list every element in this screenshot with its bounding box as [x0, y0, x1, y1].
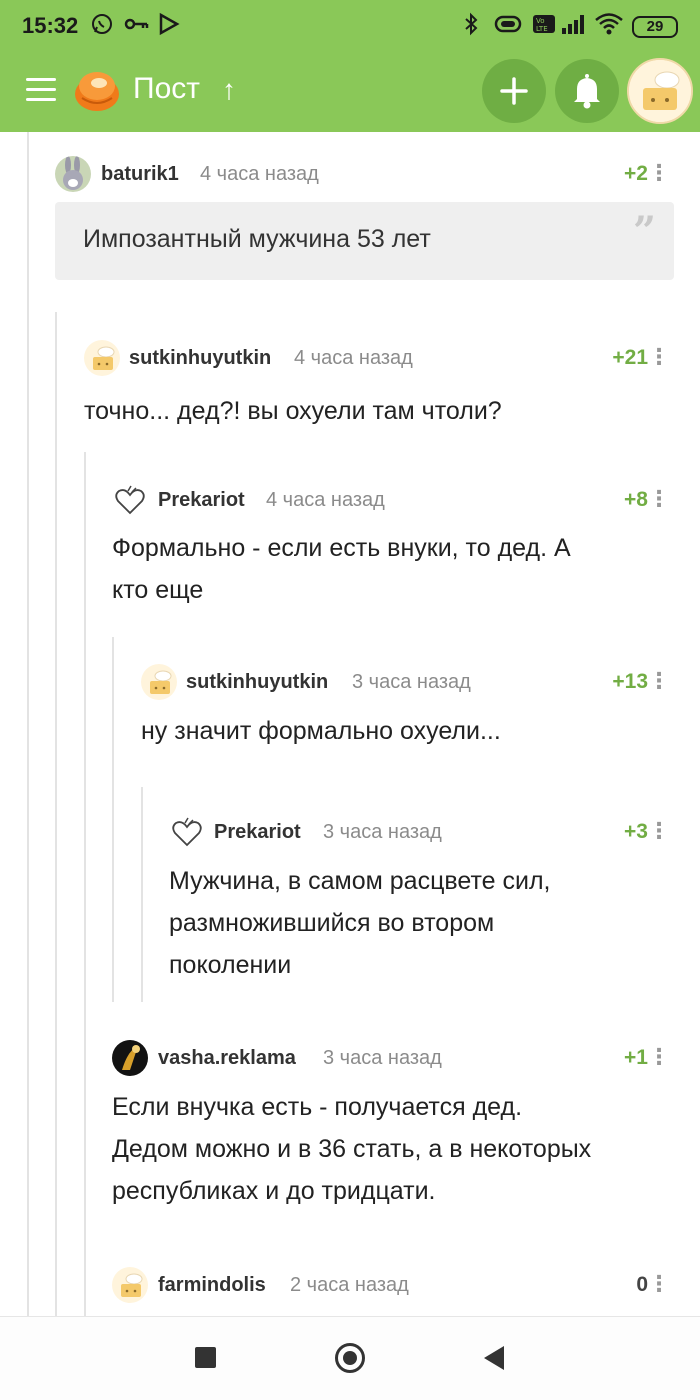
thread-line — [112, 637, 114, 1002]
comment: sutkinhuyutkin 3 часа назад +13 ⋮ ну зна… — [141, 664, 700, 754]
comment-more-icon[interactable]: ⋮ — [648, 1271, 670, 1297]
user-avatar[interactable] — [112, 1267, 148, 1303]
key-icon — [124, 12, 150, 42]
heart-outline-icon — [115, 485, 145, 515]
comment-text-line: поколении — [169, 951, 292, 979]
status-time: 15:32 — [22, 13, 79, 38]
notifications-button[interactable] — [555, 59, 619, 123]
svg-text:Vo: Vo — [536, 17, 545, 25]
app-bar: Пост ↑ — [0, 50, 700, 132]
comment-text-line: республиках и до тридцати. — [112, 1177, 436, 1205]
quoted-text: Импозантный мужчина 53 лет ” — [55, 202, 674, 280]
comments-feed[interactable]: baturik1 4 часа назад +2 ⋮ Импозантный м… — [0, 132, 700, 1316]
user-avatar[interactable] — [169, 814, 205, 850]
comment-text-line: кто еще — [112, 576, 204, 604]
profile-avatar[interactable] — [627, 58, 693, 124]
comment-username[interactable]: vasha.reklama — [158, 1047, 296, 1070]
comment-rating: +1 — [624, 1046, 648, 1069]
thread-line — [84, 452, 86, 1316]
comment-text: точно... дед?! вы охуели там чтоли? — [84, 397, 502, 425]
comment: sutkinhuyutkin 4 часа назад +21 ⋮ точно.… — [84, 340, 700, 430]
comment-more-icon[interactable]: ⋮ — [648, 344, 670, 370]
svg-text:LTE: LTE — [536, 25, 548, 33]
user-avatar[interactable] — [84, 340, 120, 376]
menu-icon[interactable] — [26, 78, 56, 102]
comment: farmindolis 2 часа назад 0 ⋮ — [112, 1267, 700, 1316]
comment-text-line: Формально - если есть внуки, то дед. А — [112, 534, 571, 562]
thread-line — [55, 312, 57, 1316]
user-avatar[interactable] — [112, 482, 148, 518]
back-button[interactable] — [484, 1346, 504, 1370]
comment-username[interactable]: farmindolis — [158, 1274, 266, 1297]
battery-level: 29 — [632, 16, 678, 38]
home-button[interactable] — [335, 1343, 365, 1373]
default-avatar-icon — [112, 1267, 148, 1303]
comment-more-icon[interactable]: ⋮ — [648, 1044, 670, 1070]
add-post-button[interactable] — [482, 59, 546, 123]
comment-username[interactable]: sutkinhuyutkin — [186, 671, 328, 694]
comment-rating: +8 — [624, 488, 648, 511]
bunny-avatar-icon — [55, 156, 91, 192]
scroll-up-icon[interactable]: ↑ — [222, 74, 236, 106]
comment: Prekariot 4 часа назад +8 ⋮ Формально - … — [112, 482, 700, 612]
comment-rating: 0 — [636, 1273, 648, 1296]
comment-time: 2 часа назад — [290, 1274, 409, 1296]
comment-time: 3 часа назад — [323, 1047, 442, 1069]
comment-username[interactable]: Prekariot — [214, 821, 301, 844]
thread-line — [27, 132, 29, 1316]
signal-icon — [560, 12, 588, 42]
plus-icon — [500, 77, 528, 105]
battery-indicator: 29 — [632, 13, 678, 38]
status-bar: 15:32 Vo LTE 29 — [0, 0, 700, 50]
volte-icon: Vo LTE — [532, 12, 558, 42]
comment-text-line: размножившийся во втором — [169, 909, 495, 937]
comment-text-line: Дедом можно и в 36 стать, а в некоторых — [112, 1135, 592, 1163]
user-avatar[interactable] — [112, 1040, 148, 1076]
comment-time: 3 часа назад — [352, 671, 471, 693]
comment-time: 4 часа назад — [200, 163, 319, 185]
play-icon — [158, 12, 180, 42]
comment-text-line: Мужчина, в самом расцвете сил, — [169, 867, 551, 895]
comment-time: 3 часа назад — [323, 821, 442, 843]
vibrate-icon — [492, 12, 524, 42]
comment-text: ну значит формально охуели... — [141, 717, 501, 745]
comment-more-icon[interactable]: ⋮ — [648, 486, 670, 512]
quote-text: Импозантный мужчина 53 лет — [83, 225, 431, 253]
pikabu-logo[interactable] — [72, 64, 122, 114]
comment-username[interactable]: Prekariot — [158, 489, 245, 512]
comment-text-line: Если внучка есть - получается дед. — [112, 1093, 523, 1121]
page-title: Пост — [133, 72, 200, 105]
user-avatar[interactable] — [141, 664, 177, 700]
dark-avatar-icon — [112, 1040, 148, 1076]
default-avatar-icon — [141, 664, 177, 700]
comment-time: 4 часа назад — [266, 489, 385, 511]
heart-outline-icon — [172, 817, 202, 847]
quote-icon: ” — [632, 208, 656, 255]
comment-more-icon[interactable]: ⋮ — [648, 818, 670, 844]
comment-rating: +21 — [612, 346, 648, 369]
whatsapp-icon — [90, 12, 114, 42]
bluetooth-icon — [462, 12, 480, 42]
bell-icon — [574, 74, 600, 109]
user-avatar[interactable] — [55, 156, 91, 192]
comment-rating: +2 — [624, 162, 648, 185]
thread-line — [141, 787, 143, 1002]
comment-more-icon[interactable]: ⋮ — [648, 668, 670, 694]
wifi-icon — [594, 12, 624, 42]
comment-rating: +13 — [612, 670, 648, 693]
comment-more-icon[interactable]: ⋮ — [648, 160, 670, 186]
top-bar: 15:32 Vo LTE 29 Пост ↑ — [0, 0, 700, 132]
system-nav-bar — [0, 1316, 700, 1400]
comment: Prekariot 3 часа назад +3 ⋮ Мужчина, в с… — [169, 814, 700, 994]
comment-rating: +3 — [624, 820, 648, 843]
comment-time: 4 часа назад — [294, 347, 413, 369]
comment-username[interactable]: sutkinhuyutkin — [129, 347, 271, 370]
comment: vasha.reklama 3 часа назад +1 ⋮ Если вну… — [112, 1040, 700, 1220]
comment-username[interactable]: baturik1 — [101, 163, 179, 186]
default-avatar-icon — [84, 340, 120, 376]
recents-button[interactable] — [195, 1347, 216, 1368]
